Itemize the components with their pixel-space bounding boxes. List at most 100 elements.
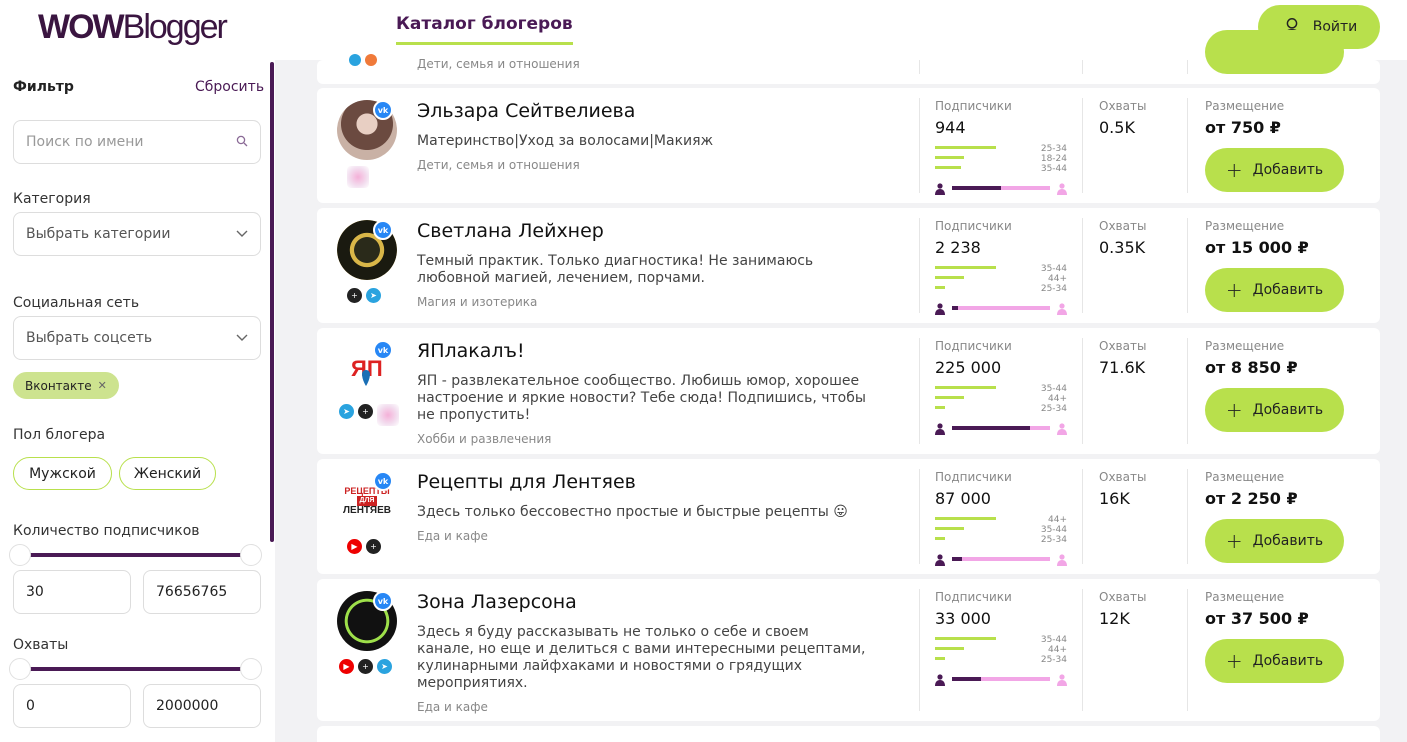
social-icons: ➤ +: [339, 404, 399, 426]
blogger-card[interactable]: ЯП vk ➤ + ЯПлакалъ! ЯП - развлекательное…: [317, 328, 1380, 454]
youtube-icon: ▶: [339, 659, 354, 674]
divider: [919, 469, 920, 564]
age-label: 44+: [1048, 274, 1067, 284]
social-icons: ▶ + ➤: [339, 659, 392, 674]
blogger-name[interactable]: Светлана Лейхнер: [417, 220, 604, 242]
subscribers-label: Количество подписчиков: [13, 523, 200, 539]
age-label: 25-34: [1040, 284, 1067, 294]
male-figure-icon: [935, 303, 945, 315]
reach-value: 0.35K: [1099, 238, 1146, 257]
top-header: WOWBlogger Каталог блогеров Войти: [0, 0, 1407, 60]
blogger-card[interactable]: vk ▶ + ➤ Зона Лазерсона Здесь я буду рас…: [317, 579, 1380, 721]
gender-male-button[interactable]: Мужской: [13, 457, 112, 490]
chevron-down-icon: [236, 331, 248, 345]
reach-slider-track[interactable]: [30, 667, 242, 671]
age-label: 44+: [1048, 645, 1067, 655]
blogger-card-partial[interactable]: [317, 726, 1380, 742]
telegram-icon: ➤: [339, 404, 354, 419]
search-input[interactable]: Поиск по имени: [13, 120, 261, 164]
subscribers-slider-min-handle[interactable]: [9, 544, 31, 566]
subscribers-label: Подписчики: [935, 339, 1012, 353]
tab-catalog[interactable]: Каталог блогеров: [396, 14, 573, 45]
social-select[interactable]: Выбрать соцсеть: [13, 316, 261, 360]
blogger-card-partial[interactable]: Дети, семья и отношения: [317, 30, 1380, 84]
reach-value: 71.6K: [1099, 358, 1146, 377]
add-button[interactable]: + Добавить: [1205, 639, 1344, 683]
add-button[interactable]: + Добавить: [1205, 148, 1344, 192]
age-label: 18-24: [1040, 154, 1067, 164]
female-figure-icon: [1057, 674, 1067, 686]
price-value: от 37 500 ₽: [1205, 609, 1309, 628]
vk-icon: vk: [373, 220, 393, 240]
divider: [1187, 589, 1188, 711]
male-share-fill: [952, 426, 1031, 430]
reach-slider-max-handle[interactable]: [240, 658, 262, 680]
blogger-description: Здесь только бессовестно простые и быстр…: [417, 504, 848, 520]
reach-min-input[interactable]: 0: [13, 684, 131, 728]
divider: [919, 338, 920, 444]
reach-slider-min-handle[interactable]: [9, 658, 31, 680]
male-figure-icon: [935, 183, 945, 195]
blogger-name[interactable]: Рецепты для Лентяев: [417, 471, 636, 493]
age-label: 35-44: [1040, 384, 1067, 394]
male-icon: [935, 180, 945, 195]
reach-value: 12K: [1099, 609, 1130, 628]
gender-track: [952, 677, 1050, 681]
subscribers-slider-max-handle[interactable]: [240, 544, 262, 566]
gender-bar: [935, 551, 1067, 566]
reset-button[interactable]: Сбросить: [195, 79, 264, 95]
vk-icon: vk: [373, 471, 393, 491]
subscribers-max-input[interactable]: 76656765: [143, 570, 261, 614]
placement-label: Размещение: [1205, 219, 1285, 233]
female-icon: [1057, 551, 1067, 566]
sidebar-scrollbar[interactable]: [270, 62, 274, 542]
female-icon: [1057, 671, 1067, 686]
filter-title: Фильтр: [13, 79, 74, 95]
add-button[interactable]: + Добавить: [1205, 268, 1344, 312]
gender-female-button[interactable]: Женский: [119, 457, 216, 490]
social-icons: [347, 166, 369, 188]
male-icon: [935, 671, 945, 686]
female-figure-icon: [1057, 303, 1067, 315]
blogger-name[interactable]: Эльзара Сейтвелиева: [417, 100, 635, 122]
reach-label: Охваты: [1099, 99, 1147, 113]
divider: [919, 218, 920, 313]
blogger-category: Магия и изотерика: [417, 295, 538, 309]
reach-max-input[interactable]: 2000000: [143, 684, 261, 728]
age-bars: 25-34 18-24 35-44: [935, 144, 1067, 174]
divider: [919, 98, 920, 193]
age-label: 44+: [1048, 394, 1067, 404]
age-bar: [935, 156, 964, 159]
blogger-name[interactable]: Зона Лазерсона: [417, 591, 577, 613]
blogger-card[interactable]: vk Эльзара Сейтвелиева Материнство|Уход …: [317, 88, 1380, 203]
social-icons: + ➤: [347, 288, 381, 303]
age-bars: 44+ 35-44 25-34: [935, 515, 1067, 545]
logo[interactable]: WOWBlogger: [38, 8, 228, 47]
age-bar: [935, 166, 961, 169]
social-chip-vk: Вконтакте ✕: [13, 372, 119, 399]
gender-track: [952, 557, 1050, 561]
close-icon[interactable]: ✕: [98, 379, 107, 392]
blogger-description: Материнство|Уход за волосами|Макияж: [417, 133, 714, 149]
blogger-card[interactable]: vk + ➤ Светлана Лейхнер Темный практик. …: [317, 208, 1380, 323]
age-bar: [935, 266, 996, 269]
subscribers-value: 944: [935, 118, 966, 137]
blogger-name[interactable]: ЯПлакалъ!: [417, 340, 525, 362]
divider: [1187, 60, 1188, 74]
age-bar: [935, 657, 945, 660]
price-value: от 750 ₽: [1205, 118, 1281, 137]
age-label: 35-44: [1040, 264, 1067, 274]
add-button[interactable]: + Добавить: [1205, 388, 1344, 432]
female-icon: [1057, 300, 1067, 315]
add-button[interactable]: [1205, 30, 1344, 74]
add-button[interactable]: + Добавить: [1205, 519, 1344, 563]
subscribers-min-input[interactable]: 30: [13, 570, 131, 614]
male-share-fill: [952, 306, 958, 310]
female-figure-icon: [1057, 423, 1067, 435]
blogger-card[interactable]: РЕЦЕПТЫ ДЛЯ ЛЕНТЯЕВ vk ▶ + Рецепты для Л…: [317, 459, 1380, 574]
male-figure-icon: [935, 423, 945, 435]
category-select[interactable]: Выбрать категории: [13, 212, 261, 256]
add-label: Добавить: [1252, 162, 1324, 178]
add-label: Добавить: [1252, 533, 1324, 549]
subscribers-slider-track[interactable]: [30, 553, 242, 557]
